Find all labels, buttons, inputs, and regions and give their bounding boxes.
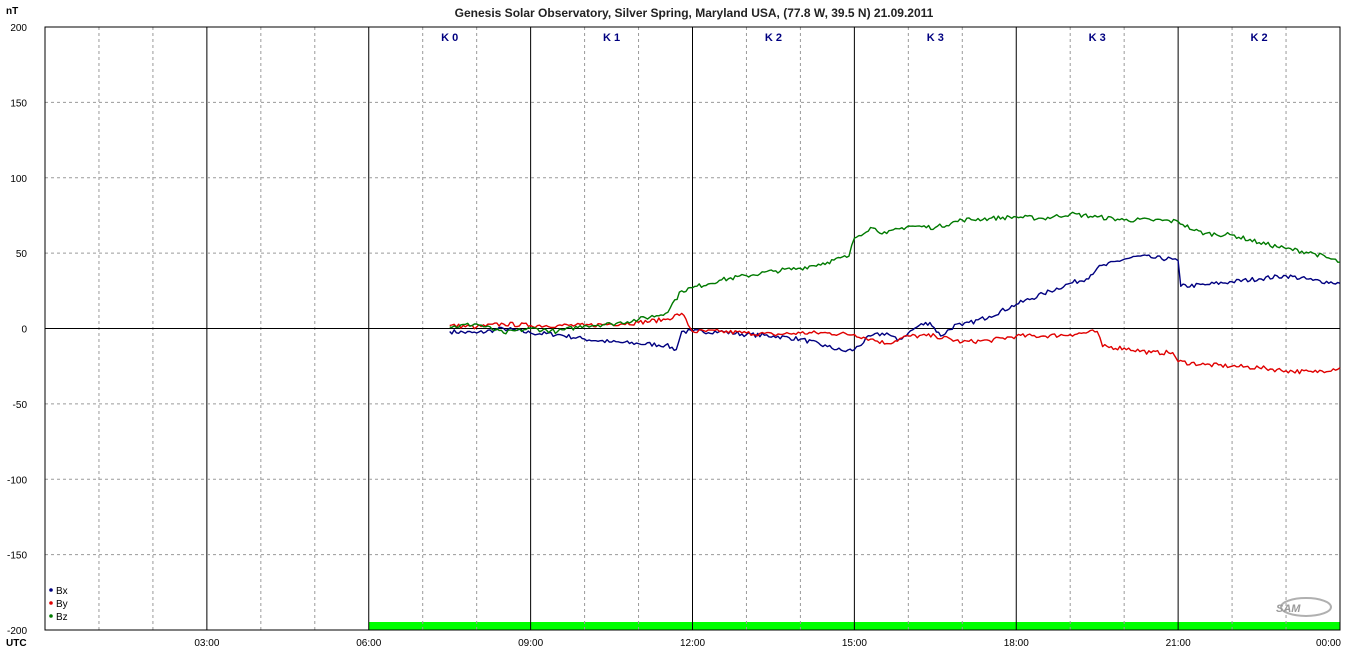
y-tick-label: 200 [10, 23, 27, 34]
y-tick-label: 100 [10, 174, 27, 185]
y-tick-label: -150 [7, 551, 27, 562]
sam-logo-text: SAM [1276, 603, 1301, 615]
y-tick-label: -50 [13, 400, 28, 411]
x-tick-label: 18:00 [1004, 638, 1029, 649]
x-tick-label: 21:00 [1166, 638, 1191, 649]
legend-marker-bx [49, 588, 53, 592]
k-index-label: K 1 [603, 32, 620, 44]
magnetometer-chart: Genesis Solar Observatory, Silver Spring… [0, 0, 1360, 657]
x-tick-label: 12:00 [680, 638, 705, 649]
legend-label-bx: Bx [56, 586, 68, 597]
x-tick-label: 09:00 [518, 638, 543, 649]
k-index-label: K 0 [441, 32, 458, 44]
y-tick-label: 0 [21, 325, 27, 336]
chart-title: Genesis Solar Observatory, Silver Spring… [455, 6, 934, 20]
k-index-label: K 3 [927, 32, 944, 44]
y-tick-label: 50 [16, 249, 28, 260]
legend-marker-by [49, 601, 53, 605]
x-tick-label: 00:00 [1316, 638, 1341, 649]
x-axis-utc-label: UTC [6, 638, 27, 649]
y-tick-label: -100 [7, 475, 27, 486]
x-tick-label: 15:00 [842, 638, 867, 649]
x-tick-label: 06:00 [356, 638, 381, 649]
y-axis-unit-label: nT [6, 6, 18, 17]
legend-marker-bz [49, 614, 53, 618]
legend-label-bz: Bz [56, 612, 68, 623]
k-index-label: K 2 [1251, 32, 1268, 44]
k-index-label: K 2 [765, 32, 782, 44]
y-tick-label: 150 [10, 98, 27, 109]
x-tick-label: 03:00 [194, 638, 219, 649]
legend-label-by: By [56, 599, 68, 610]
k-index-label: K 3 [1089, 32, 1106, 44]
y-tick-label: -200 [7, 626, 27, 637]
